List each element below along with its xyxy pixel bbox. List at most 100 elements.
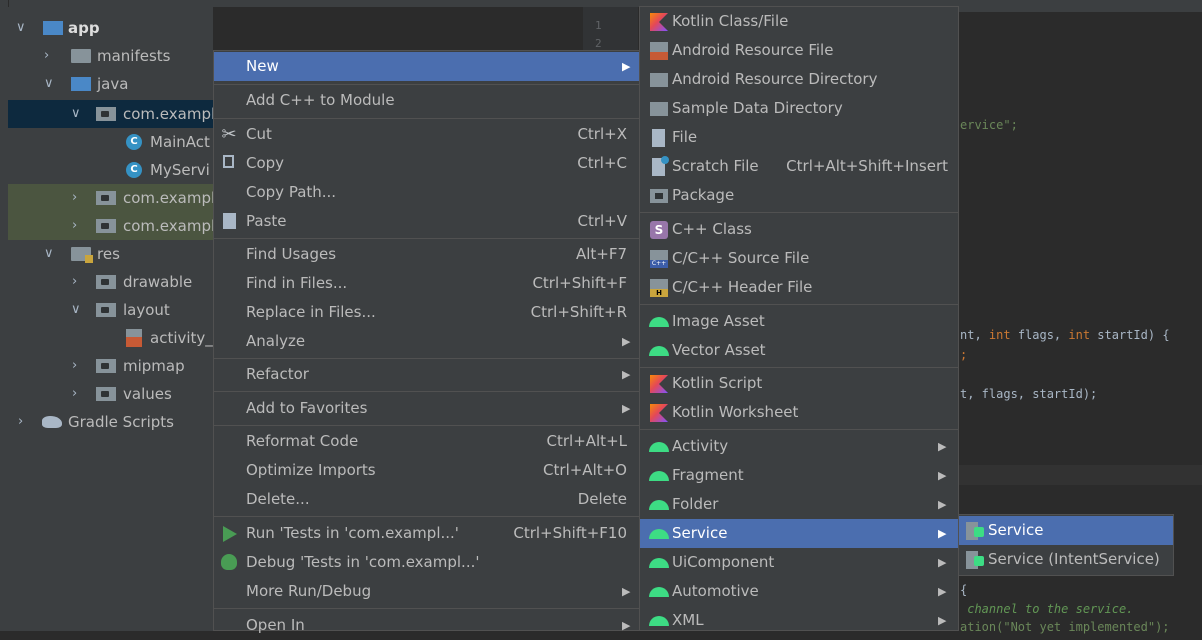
tree-item-layout[interactable]: ∨ layout — [8, 296, 213, 324]
new-item-c-source-file[interactable]: C/C++ Source File — [640, 244, 958, 273]
menu-item-find-usages[interactable]: Find Usages Alt+F7 — [214, 240, 639, 269]
chevron-right-icon[interactable]: › — [72, 212, 77, 240]
tree-item-res[interactable]: ∨ res — [8, 240, 213, 268]
chevron-right-icon[interactable]: › — [72, 380, 77, 408]
new-item-sample-data-directory[interactable]: Sample Data Directory — [640, 94, 958, 123]
chevron-right-icon[interactable]: › — [72, 352, 77, 380]
menu-item-cut[interactable]: ✂ Cut Ctrl+X — [214, 120, 639, 149]
chevron-right-icon[interactable]: › — [44, 42, 49, 70]
new-item-cpp-class[interactable]: S C++ Class — [640, 215, 958, 244]
new-item-service[interactable]: Service ▶ — [640, 519, 958, 548]
submenu-arrow-icon: ▶ — [622, 585, 631, 598]
new-item-kotlin-script[interactable]: Kotlin Script — [640, 369, 958, 398]
menu-separator — [640, 429, 958, 430]
new-item-android-resource-file[interactable]: Android Resource File — [640, 36, 958, 65]
menu-item-label: Image Asset — [672, 312, 765, 330]
menu-item-label: Package — [672, 186, 735, 204]
chevron-down-icon[interactable]: ∨ — [71, 100, 81, 128]
menu-item-add-cpp[interactable]: Add C++ to Module — [214, 86, 639, 115]
tree-item-app[interactable]: ∨ app — [8, 14, 213, 42]
tree-item-package-androidtest[interactable]: › com.exampl — [8, 184, 213, 212]
menu-separator — [214, 391, 639, 392]
menu-item-run-tests[interactable]: Run 'Tests in 'com.exampl...' Ctrl+Shift… — [214, 519, 639, 548]
menu-item-more-run-debug[interactable]: More Run/Debug ▶ — [214, 577, 639, 606]
new-item-c-header-file[interactable]: C/C++ Header File — [640, 273, 958, 302]
tree-item-package-test[interactable]: › com.exampl — [8, 212, 213, 240]
menu-separator — [640, 212, 958, 213]
service-item-intentservice[interactable]: Service (IntentService) — [959, 545, 1173, 574]
new-item-folder[interactable]: Folder ▶ — [640, 490, 958, 519]
tree-item-package-selected[interactable]: ∨ com.exampl — [8, 100, 213, 128]
new-item-kotlin-class[interactable]: Kotlin Class/File — [640, 7, 958, 36]
kotlin-icon — [650, 404, 668, 422]
new-item-android-resource-directory[interactable]: Android Resource Directory — [640, 65, 958, 94]
menu-item-label: File — [672, 128, 698, 146]
new-item-image-asset[interactable]: Image Asset — [640, 307, 958, 336]
new-item-fragment[interactable]: Fragment ▶ — [640, 461, 958, 490]
tree-item-mainactivity[interactable]: C MainAct — [8, 128, 213, 156]
menu-item-label: More Run/Debug — [246, 582, 372, 600]
submenu-arrow-icon: ▶ — [622, 335, 631, 348]
code-line: { — [960, 583, 967, 597]
chevron-down-icon[interactable]: ∨ — [71, 296, 81, 324]
menu-item-label: Android Resource Directory — [672, 70, 878, 88]
module-folder-icon — [43, 21, 63, 35]
chevron-right-icon[interactable]: › — [18, 408, 23, 436]
chevron-right-icon[interactable]: › — [72, 268, 77, 296]
menu-item-copy[interactable]: Copy Ctrl+C — [214, 149, 639, 178]
submenu-arrow-icon: ▶ — [622, 402, 631, 415]
tree-item-mipmap[interactable]: › mipmap — [8, 352, 213, 380]
menu-item-find-in-files[interactable]: Find in Files... Ctrl+Shift+F — [214, 269, 639, 298]
folder-icon — [650, 102, 668, 116]
menu-item-delete[interactable]: Delete... Delete — [214, 485, 639, 514]
tree-item-drawable[interactable]: › drawable — [8, 268, 213, 296]
menu-shortcut: Ctrl+X — [577, 125, 627, 143]
menu-item-label: Android Resource File — [672, 41, 834, 59]
menu-item-copy-path[interactable]: Copy Path... — [214, 178, 639, 207]
new-item-package[interactable]: Package — [640, 181, 958, 210]
chevron-down-icon[interactable]: ∨ — [44, 70, 54, 98]
menu-item-label: Find in Files... — [246, 274, 348, 292]
tree-item-java[interactable]: ∨ java — [8, 70, 213, 98]
menu-item-open-in[interactable]: Open In ▶ — [214, 611, 639, 640]
menu-item-replace-in-files[interactable]: Replace in Files... Ctrl+Shift+R — [214, 298, 639, 327]
tree-item-values[interactable]: › values — [8, 380, 213, 408]
new-item-vector-asset[interactable]: Vector Asset — [640, 336, 958, 365]
new-item-kotlin-worksheet[interactable]: Kotlin Worksheet — [640, 398, 958, 427]
menu-item-reformat-code[interactable]: Reformat Code Ctrl+Alt+L — [214, 427, 639, 456]
package-icon — [96, 107, 116, 121]
tree-item-activity-layout[interactable]: activity_r — [8, 324, 213, 352]
menu-item-optimize-imports[interactable]: Optimize Imports Ctrl+Alt+O — [214, 456, 639, 485]
code-string: ation("Not yet implemented"); — [960, 620, 1170, 634]
menu-item-refactor[interactable]: Refactor ▶ — [214, 360, 639, 389]
menu-separator — [214, 425, 639, 426]
resource-folder-icon — [71, 247, 93, 263]
menu-item-paste[interactable]: Paste Ctrl+V — [214, 207, 639, 236]
new-item-file[interactable]: File — [640, 123, 958, 152]
tree-item-gradle-scripts[interactable]: › Gradle Scripts — [8, 408, 213, 436]
chevron-right-icon[interactable]: › — [72, 184, 77, 212]
new-item-uicomponent[interactable]: UiComponent ▶ — [640, 548, 958, 577]
menu-item-new[interactable]: New ▶ — [214, 52, 639, 81]
tree-item-myservice[interactable]: C MyServi — [8, 156, 213, 184]
tree-item-label: mipmap — [123, 357, 185, 375]
menu-item-add-to-favorites[interactable]: Add to Favorites ▶ — [214, 394, 639, 423]
menu-item-label: Automotive — [672, 582, 759, 600]
service-item-service[interactable]: Service — [959, 516, 1173, 545]
new-item-automotive[interactable]: Automotive ▶ — [640, 577, 958, 606]
android-icon — [649, 442, 669, 452]
new-item-scratch-file[interactable]: Scratch File Ctrl+Alt+Shift+Insert — [640, 152, 958, 181]
menu-separator — [640, 367, 958, 368]
menu-item-label: C/C++ Source File — [672, 249, 810, 267]
menu-item-analyze[interactable]: Analyze ▶ — [214, 327, 639, 356]
menu-item-label: Kotlin Worksheet — [672, 403, 799, 421]
menu-item-label: Kotlin Script — [672, 374, 763, 392]
copy-icon — [223, 155, 234, 168]
kotlin-icon — [650, 375, 668, 393]
chevron-down-icon[interactable]: ∨ — [16, 14, 26, 42]
menu-item-debug-tests[interactable]: Debug 'Tests in 'com.exampl...' — [214, 548, 639, 577]
tree-item-manifests[interactable]: › manifests — [8, 42, 213, 70]
menu-item-label: Add C++ to Module — [246, 91, 395, 109]
new-item-activity[interactable]: Activity ▶ — [640, 432, 958, 461]
chevron-down-icon[interactable]: ∨ — [44, 240, 54, 268]
